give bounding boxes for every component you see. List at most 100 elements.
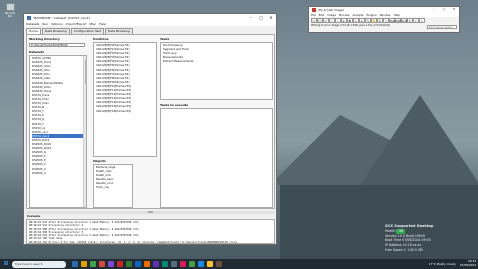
taskbar-app-icons [72,261,222,267]
imagej-tool-icon[interactable]: ▱ [323,18,329,23]
wallpaper-mountain [360,95,478,185]
imagej-tool-icon[interactable]: » [419,18,425,23]
imagej-app-icon [312,7,316,12]
workstation-info-value: 10.0 Build 19045 [397,233,426,238]
recycle-bin-icon [5,3,15,11]
imagej-search-input[interactable]: Click here to search [427,25,457,29]
workstation-info-value: 10.16.xx.xx [402,243,422,248]
taskbar-app-icon[interactable] [171,261,177,267]
imagej-tool-icon[interactable]: 🔍 [365,18,371,23]
imagej-tool-icon[interactable]: ∠ [341,18,347,23]
imagej-menu-item[interactable]: Plugins [367,13,377,17]
position-list-item[interactable]: Int0124[B]F16[frames:55] [96,109,156,113]
taskbar-app-icon[interactable] [126,261,132,267]
recycle-bin-desktop-icon[interactable]: Recycle Bin [3,3,17,18]
objects-label: Objects [93,159,106,163]
imagej-tool-icon[interactable]: A [359,18,365,23]
datasets-scrollbar[interactable] [83,56,87,207]
menu-item[interactable]: Run [42,22,48,26]
datasets-list[interactable]: DST20_127NK DS0425_Trans DS0425_Xmin DS0425… [29,55,87,208]
imagej-menu-item[interactable]: Image [327,13,336,17]
working-directory-field[interactable]: D:\Daniel\TrackerBACMMAN\ [29,43,85,47]
taskbar-app-icon[interactable] [99,261,105,267]
minimize-icon[interactable]: – [246,14,256,21]
imagej-tool-icon[interactable]: Dev [389,18,396,23]
imagej-menu-item[interactable]: File [311,13,316,17]
imagej-tool-icon[interactable]: LUT [401,18,408,23]
imagej-tool-icon[interactable]: ✎ [377,18,383,23]
console-label: Console [27,214,41,218]
weather-widget[interactable]: 17°C Mostly cloudy [429,262,456,266]
workstation-info-key: Version [385,233,397,238]
imagej-tool-icon[interactable]: ◯ [317,18,323,23]
menu-item[interactable]: Datasets [26,22,39,26]
dataset-list-item[interactable]: DS0505_4 [32,171,86,175]
taskbar-app-icon[interactable] [216,261,222,267]
imagej-tool-icon[interactable]: ✚ [347,18,353,23]
workstation-info-key: Boot Time [385,238,402,243]
imagej-tool-icon[interactable]: Stk [395,18,401,23]
clock-date: 07/08/2024 [459,262,476,267]
imagej-titlebar[interactable]: (Fiji Is Just) ImageJ – ▢ ✕ [309,7,459,12]
imagej-menu-item[interactable]: Window [380,13,391,17]
objects-list[interactable]: Bacteria_large Death_cells Death_mar Result… [93,164,133,208]
taskbar-app-icon[interactable] [198,261,204,267]
taskbar-app-icon[interactable] [135,261,141,267]
positions-list[interactable]: Int0124[B]F0[frames:55] Int0124[B]F1[fram… [93,42,157,157]
taskbar-app-icon[interactable] [153,261,159,267]
maximize-icon[interactable]: ▢ [256,14,266,21]
close-icon[interactable]: ✕ [449,7,459,12]
system-tray: 17°C Mostly cloudy 09:34 07/08/2024 [429,259,476,267]
maximize-icon[interactable]: ▢ [439,7,449,12]
object-list-item[interactable]: Track_can [96,185,132,189]
imagej-tool-icon[interactable]: ✋ [371,18,377,23]
taskbar-app-icon[interactable] [180,261,186,267]
taskbar-app-icon[interactable] [108,261,114,267]
menu-item[interactable]: Misc [89,22,96,26]
tasks-to-execute-list[interactable] [160,108,273,208]
menu-item[interactable]: Help [99,22,106,26]
imagej-tool-icon[interactable]: ⌗ [383,18,389,23]
taskbar-app-icon[interactable] [207,261,213,267]
close-icon[interactable]: ✕ [266,14,276,21]
workstation-info-panel: SCX Supported Desktop Health OK Version 1… [385,224,433,253]
task-list-item[interactable]: Extract Measurements [163,59,272,63]
workstation-info-key: Health [385,228,396,233]
imagej-tool-icon[interactable]: ▭ [311,18,317,23]
app-icon [27,15,31,20]
split-pane-divider[interactable]: Ctrl [26,211,275,214]
minimize-icon[interactable]: – [429,7,439,12]
taskbar-app-icon[interactable] [117,261,123,267]
taskbar-clock[interactable]: 09:34 07/08/2024 [459,259,476,267]
imagej-menu-item[interactable]: Help [394,13,400,17]
positions-list-items: Int0124[B]F0[frames:55] Int0124[B]F1[fram… [94,43,156,113]
taskbar-search-input[interactable]: Type here to search [12,260,66,268]
windows-start-icon[interactable]: ⊞ [2,260,10,268]
taskbar-app-icon[interactable] [162,261,168,267]
positions-label: Positions [93,37,109,41]
desktop-icon-label: Recycle Bin [5,12,15,18]
objects-list-items: Bacteria_large Death_cells Death_mar Result… [94,165,132,190]
tasks-label: Tasks [160,37,170,41]
tasks-list[interactable]: Pre-Processing Segment and Track Track onl… [160,42,273,100]
imagej-tool-icon[interactable]: ✎ [407,18,413,23]
imagej-menu-item[interactable]: Edit [319,13,324,17]
imagej-tool-icon[interactable]: ♡ [329,18,335,23]
workstation-info-value: C: 140.5 GB [403,247,423,252]
scroll-thumb[interactable] [84,60,87,84]
menu-item[interactable]: Options [51,22,63,26]
imagej-menu-item[interactable]: Process [339,13,350,17]
imagej-tool-icon[interactable]: ⌖ [353,18,359,23]
taskbar-app-icon[interactable] [81,261,87,267]
imagej-tool-icon[interactable]: ⟋ [335,18,341,23]
console-log[interactable]: 08:48:10.543 After Processing structure … [26,219,275,244]
window-titlebar[interactable]: "BACMMAN" - Dataset: [DST20_cipc2] – ▢ ✕ [24,14,276,21]
taskbar-app-icon[interactable] [72,261,78,267]
taskbar-app-icon[interactable] [90,261,96,267]
imagej-menu-item[interactable]: Analyze [353,13,364,17]
taskbar-app-icon[interactable] [144,261,150,267]
menu-item[interactable]: Import/Export [66,22,87,26]
home-tab-content: Working Directory D:\Daniel\TrackerBACMM… [26,34,275,209]
imagej-tool-icon[interactable]: ⌖ [413,18,419,23]
taskbar-app-icon[interactable] [189,261,195,267]
